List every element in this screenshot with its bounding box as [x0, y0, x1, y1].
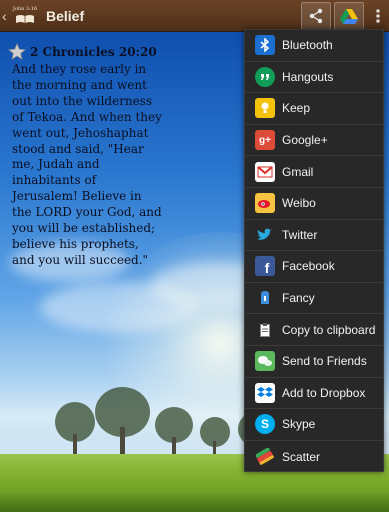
share-item-label: Twitter	[282, 227, 318, 242]
favorite-star-icon[interactable]	[8, 43, 26, 61]
scatter-icon	[255, 447, 275, 467]
share-item-weibo[interactable]: Weibo	[245, 188, 383, 220]
share-item-label: Send to Friends	[282, 354, 367, 369]
overflow-menu-button[interactable]	[367, 2, 389, 30]
share-item-label: Google+	[282, 133, 328, 148]
overflow-menu-icon	[376, 9, 380, 23]
verse-reference: 2 Chronicles 20:20	[30, 45, 157, 59]
share-item-fancy[interactable]: Fancy	[245, 283, 383, 315]
share-icon	[309, 8, 323, 24]
verse-card: 2 Chronicles 20:20 And they rose early i…	[8, 43, 162, 269]
share-menu: Bluetooth Hangouts Keep g+ Google+ Gmail…	[244, 29, 384, 472]
share-item-label: Skype	[282, 417, 316, 432]
action-bar: ‹ John 3:16 Belief	[0, 0, 389, 32]
share-item-copy-to-clipboard[interactable]: Copy to clipboard	[245, 314, 383, 346]
gmail-icon	[255, 161, 275, 182]
share-item-label: Fancy	[282, 291, 315, 306]
share-item-label: Weibo	[282, 196, 316, 211]
share-item-label: Keep	[282, 101, 311, 116]
share-item-add-to-dropbox[interactable]: Add to Dropbox	[245, 378, 383, 410]
share-item-skype[interactable]: S Skype	[245, 409, 383, 441]
weibo-icon	[255, 193, 275, 214]
share-item-twitter[interactable]: Twitter	[245, 220, 383, 252]
app-logo-text: John 3:16	[12, 5, 38, 12]
share-item-label: Hangouts	[282, 69, 334, 84]
send-to-friends-icon	[255, 351, 275, 372]
app-logo[interactable]: John 3:16	[12, 4, 38, 28]
share-item-label: Add to Dropbox	[282, 385, 366, 400]
open-book-icon	[16, 14, 34, 23]
share-item-send-to-friends[interactable]: Send to Friends	[245, 346, 383, 378]
share-button[interactable]	[301, 2, 331, 30]
google-drive-button[interactable]	[334, 2, 364, 30]
share-item-google-plus[interactable]: g+ Google+	[245, 125, 383, 157]
facebook-icon: f	[255, 256, 275, 277]
share-item-facebook[interactable]: f Facebook	[245, 251, 383, 283]
hangouts-icon	[255, 66, 275, 87]
share-item-label: Bluetooth	[282, 38, 333, 53]
share-item-hangouts[interactable]: Hangouts	[245, 62, 383, 94]
share-item-bluetooth[interactable]: Bluetooth	[245, 30, 383, 62]
up-navigation-icon[interactable]: ‹	[2, 8, 10, 24]
twitter-icon	[255, 225, 275, 245]
bluetooth-icon	[255, 35, 275, 56]
share-item-label: Facebook	[282, 259, 335, 274]
verse-text: And they rose early in the morning and w…	[12, 62, 162, 267]
fancy-icon	[255, 288, 275, 308]
page-title: Belief	[46, 7, 85, 24]
share-item-scatter[interactable]: Scatter	[245, 441, 383, 473]
share-item-label: Copy to clipboard	[282, 322, 376, 337]
share-item-label: Scatter	[282, 449, 321, 464]
google-drive-icon	[340, 9, 358, 24]
keep-icon	[255, 98, 275, 119]
skype-icon: S	[255, 414, 275, 435]
share-item-keep[interactable]: Keep	[245, 93, 383, 125]
share-item-gmail[interactable]: Gmail	[245, 156, 383, 188]
share-item-label: Gmail	[282, 164, 314, 179]
dropbox-icon	[255, 382, 275, 403]
clipboard-icon	[255, 320, 275, 340]
google-plus-icon: g+	[255, 130, 275, 151]
